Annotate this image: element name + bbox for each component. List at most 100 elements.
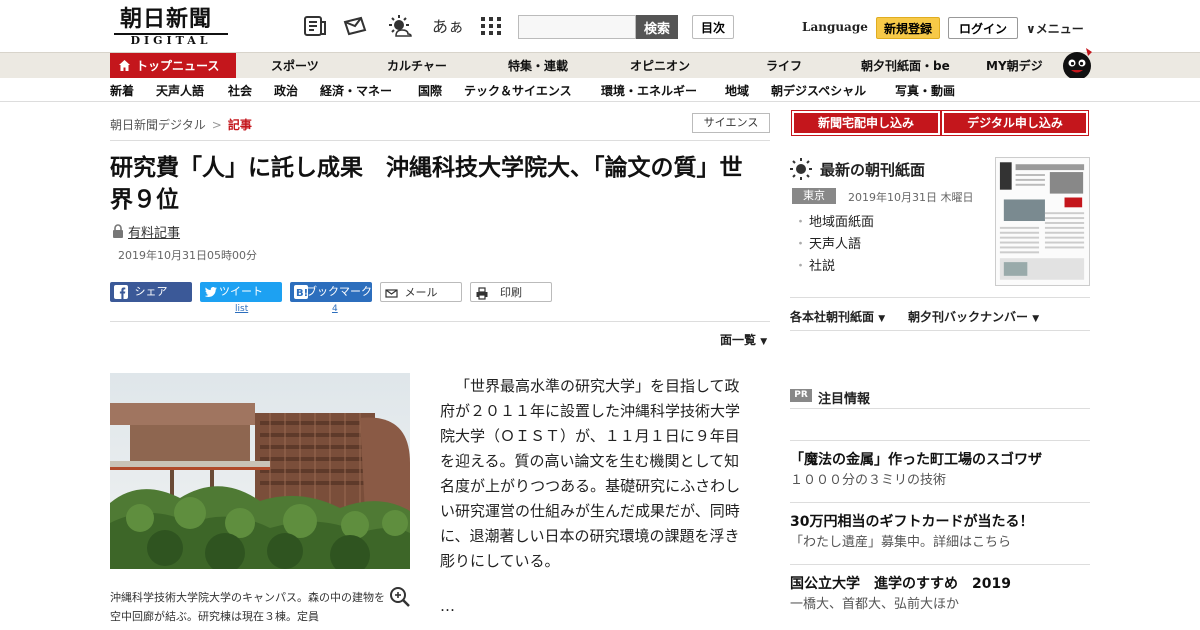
latest-paper-title[interactable]: 最新の朝刊紙面 [820, 159, 925, 180]
nav2-tech[interactable]: テック＆サイエンス [464, 82, 572, 99]
divider [790, 297, 1090, 298]
article-title: 研究費「人」に託し成果 沖縄科技大学院大、「論文の質」世界９位 [110, 155, 743, 213]
divider [790, 440, 1090, 441]
menu-button[interactable]: ∨メニュー [1026, 20, 1084, 37]
print-label: 印刷 [500, 286, 522, 299]
article-date: 2019年10月31日05時00分 [118, 249, 257, 262]
paper-link-regional[interactable]: 地域面紙面 [794, 212, 874, 234]
attention-heading: 注目情報 [818, 392, 871, 407]
nav2-tensei[interactable]: 天声人語 [156, 82, 204, 99]
hatena-label: ブックマーク [306, 285, 372, 298]
pr-headline: 「魔法の金属」作った町工場のスゴワザ [790, 452, 1042, 468]
logo-sub-text: DIGITAL [114, 33, 228, 47]
home-icon [119, 60, 130, 71]
secondary-nav: 新着 天声人語 社会 政治 経済・マネー 国際 テック＆サイエンス 環境・エネル… [0, 78, 1200, 102]
nav2-politics[interactable]: 政治 [274, 82, 298, 99]
pr-headline: 30万円相当のギフトカードが当たる！ [790, 514, 1034, 530]
divider [110, 140, 770, 141]
print-button[interactable]: 印刷 [470, 282, 552, 302]
paper-link-tensei[interactable]: 天声人語 [794, 234, 874, 256]
article-photo[interactable] [110, 373, 410, 569]
nav-newspaper[interactable]: 朝夕刊紙面・be [861, 53, 950, 79]
pr-sub: 「わたし遺産」募集中。詳細はこちら [790, 535, 1012, 550]
newspaper-subscribe-button[interactable]: 新聞宅配申し込み [791, 110, 941, 136]
nav-features[interactable]: 特集・連載 [508, 53, 568, 79]
breadcrumb-current: 記事 [227, 118, 252, 132]
divider [790, 330, 1090, 331]
weather-icon[interactable] [386, 14, 412, 38]
nav2-region[interactable]: 地域 [725, 82, 749, 99]
backnumber-label: 朝夕刊バックナンバー [908, 310, 1029, 324]
mascot-icon[interactable] [1060, 44, 1094, 80]
paper-links: 地域面紙面 天声人語 社説 [794, 212, 874, 278]
nav2-economy[interactable]: 経済・マネー [320, 82, 392, 99]
mail-share-button[interactable]: メール [380, 282, 462, 302]
nav2-photo[interactable]: 写真・動画 [895, 82, 955, 99]
nav2-society[interactable]: 社会 [228, 82, 252, 99]
divider [790, 408, 1090, 409]
hatena-bookmark-button[interactable]: B! ブックマーク [290, 282, 372, 302]
genre-tag[interactable]: サイエンス [692, 113, 770, 133]
paper-link-editorial[interactable]: 社説 [794, 256, 874, 278]
nav-label: トップニュース [136, 59, 220, 73]
article-body-text: 「世界最高水準の研究大学」を目指して政府が２０１１年に設置した沖縄科学技術大学院… [440, 377, 741, 570]
nav2-international[interactable]: 国際 [418, 82, 442, 99]
grid-menu-icon[interactable] [478, 14, 504, 38]
paid-article-label[interactable]: 有料記事 [128, 222, 180, 241]
nav-culture[interactable]: カルチャー [387, 53, 447, 79]
divider [790, 564, 1090, 565]
signup-button[interactable]: 新規登録 [876, 17, 940, 39]
text-size-button[interactable]: あぁ [432, 13, 464, 37]
login-button[interactable]: ログイン [948, 17, 1018, 39]
nav-top-news[interactable]: トップニュース [110, 53, 236, 79]
site-header: 朝日新聞 DIGITAL あぁ 検索 目次 Language 新規登録 ログイン… [0, 0, 1200, 52]
caret-down-icon: ▼ [1032, 314, 1040, 324]
pr-badge: PR [790, 389, 812, 402]
regional-paper-dropdown[interactable]: 各本社朝刊紙面 ▼ [790, 308, 885, 325]
twitter-label: ツイート [219, 285, 263, 298]
pr-item[interactable]: 30万円相当のギフトカードが当たる！ 「わたし遺産」募集中。詳細はこちら [790, 512, 1090, 554]
divider [790, 502, 1090, 503]
mailbox-icon[interactable] [342, 14, 368, 38]
twitter-share-button[interactable]: ツイート [200, 282, 282, 302]
nav2-special[interactable]: 朝デジスペシャル [771, 82, 866, 99]
sun-icon [790, 158, 812, 180]
regional-paper-label: 各本社朝刊紙面 [790, 310, 875, 324]
pr-sub: １０００分の３ミリの技術 [790, 473, 947, 488]
pr-item[interactable]: 「魔法の金属」作った町工場のスゴワザ １０００分の３ミリの技術 [790, 450, 1090, 492]
nav2-environment[interactable]: 環境・エネルギー [601, 82, 697, 99]
breadcrumb-home[interactable]: 朝日新聞デジタル [110, 118, 206, 132]
photo-caption: 沖縄科学技術大学院大学のキャンパス。森の中の建物を空中回廊が結ぶ。研究棟は現在３… [110, 591, 385, 623]
breadcrumb-separator: > [211, 118, 222, 132]
pr-headline: 国公立大学 進学のすすめ 2019 [790, 576, 1011, 592]
hatena-count[interactable]: 4 [332, 304, 338, 314]
nav-sports[interactable]: スポーツ [271, 53, 319, 79]
twitter-count[interactable]: list [235, 304, 248, 314]
caret-down-icon: ▼ [878, 314, 886, 324]
backnumber-dropdown[interactable]: 朝夕刊バックナンバー ▼ [908, 308, 1039, 325]
digital-subscribe-button[interactable]: デジタル申し込み [941, 110, 1089, 136]
site-logo[interactable]: 朝日新聞 DIGITAL [114, 6, 230, 47]
search-button[interactable]: 検索 [636, 15, 678, 39]
paper-date: 2019年10月31日 木曜日 [848, 191, 974, 204]
facebook-share-button[interactable]: シェア [110, 282, 192, 302]
zoom-icon[interactable] [389, 586, 411, 608]
language-link[interactable]: Language [802, 20, 868, 34]
newspaper-icon[interactable] [302, 14, 328, 38]
nav2-new[interactable]: 新着 [110, 82, 134, 99]
primary-nav: トップニュース スポーツ カルチャー 特集・連載 オピニオン ライフ 朝夕刊紙面… [0, 52, 1200, 79]
lock-icon [113, 224, 123, 238]
toc-button[interactable]: 目次 [692, 15, 734, 39]
facebook-label: シェア [134, 285, 168, 298]
pr-item[interactable]: 国公立大学 進学のすすめ 2019 一橋大、首都大、弘前大ほか [790, 574, 1090, 616]
nav-my-asadigi[interactable]: MY朝デジ [986, 53, 1043, 79]
article-body: 「世界最高水準の研究大学」を目指して政府が２０１１年に設置した沖縄科学技術大学院… [440, 374, 750, 574]
pr-sub: 一橋大、首都大、弘前大ほか [790, 597, 960, 612]
nav-life[interactable]: ライフ [766, 53, 802, 79]
page-list-dropdown[interactable]: 面一覧 ▼ [720, 331, 767, 348]
newspaper-thumbnail[interactable] [995, 157, 1090, 286]
search-input[interactable] [518, 15, 636, 39]
divider [110, 321, 770, 322]
location-badge: 東京 [792, 188, 836, 204]
nav-opinion[interactable]: オピニオン [630, 53, 690, 79]
